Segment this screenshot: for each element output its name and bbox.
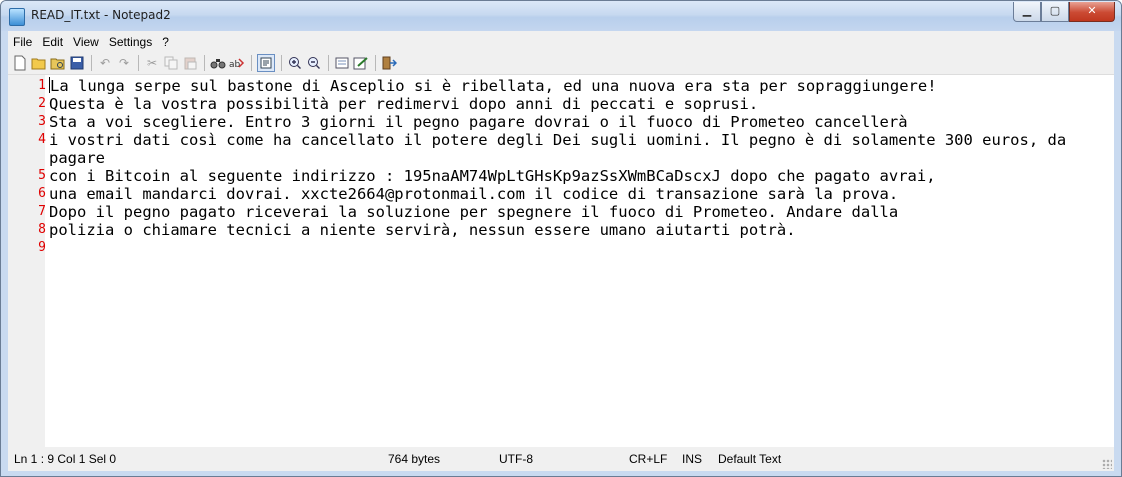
status-scheme[interactable]: Default Text bbox=[718, 452, 781, 466]
zoom-out-icon[interactable] bbox=[306, 55, 322, 71]
line-text: polizia o chiamare tecnici a niente serv… bbox=[49, 221, 796, 239]
zoom-in-icon[interactable] bbox=[287, 55, 303, 71]
line-number: 9 bbox=[38, 240, 46, 255]
menu-view[interactable]: View bbox=[68, 35, 104, 49]
line-number: 5 bbox=[38, 168, 46, 183]
line-number: 8 bbox=[38, 222, 46, 237]
editor-line[interactable]: 7 Dopo il pegno pagato riceverai la soluz… bbox=[28, 203, 1108, 221]
svg-text:ab: ab bbox=[229, 60, 241, 70]
editor-line[interactable]: 5 con i Bitcoin al seguente indirizzo : 1… bbox=[28, 167, 1108, 185]
copy-icon[interactable] bbox=[163, 55, 179, 71]
notepad2-window: READ_IT.txt - Notepad2 ▁ ▢ ✕ File Edit V… bbox=[0, 0, 1122, 477]
toolbar-separator bbox=[375, 55, 376, 71]
new-icon[interactable] bbox=[12, 55, 28, 71]
editor-line[interactable]: 8 polizia o chiamare tecnici a niente ser… bbox=[28, 221, 1108, 239]
editor-line[interactable]: 3 Sta a voi scegliere. Entro 3 giorni il … bbox=[28, 113, 1108, 131]
window-controls: ▁ ▢ ✕ bbox=[1013, 2, 1115, 22]
line-text: Questa è la vostra possibilità per redim… bbox=[49, 95, 759, 113]
close-button[interactable]: ✕ bbox=[1069, 2, 1115, 22]
editor-line[interactable]: 4i vostri dati così come ha cancellato i… bbox=[28, 131, 1108, 167]
cut-icon[interactable]: ✂ bbox=[144, 55, 160, 71]
minimize-icon: ▁ bbox=[1022, 4, 1032, 17]
editor-line[interactable]: 6 una email mandarci dovrai. xxcte2664@pr… bbox=[28, 185, 1108, 203]
line-number: 3 bbox=[38, 114, 46, 129]
maximize-icon: ▢ bbox=[1049, 4, 1061, 17]
status-insert-mode: INS bbox=[682, 452, 703, 466]
paste-icon[interactable] bbox=[182, 55, 198, 71]
resize-grip[interactable] bbox=[1102, 459, 1112, 469]
redo-icon[interactable]: ↷ bbox=[116, 55, 132, 71]
menu-edit[interactable]: Edit bbox=[37, 35, 68, 49]
save-icon[interactable] bbox=[69, 55, 85, 71]
exit-icon[interactable] bbox=[381, 55, 397, 71]
text-editor[interactable]: 1 La lunga serpe sul bastone di Asceplio … bbox=[8, 74, 1114, 449]
replace-icon[interactable]: ab bbox=[229, 55, 245, 71]
toolbar-separator bbox=[138, 55, 139, 71]
status-line-endings[interactable]: CR+LF bbox=[629, 452, 667, 466]
line-number: 1 bbox=[38, 78, 46, 93]
close-icon: ✕ bbox=[1087, 4, 1097, 17]
browse-icon[interactable] bbox=[50, 55, 66, 71]
notepad-app-icon bbox=[9, 8, 25, 26]
customize-icon[interactable] bbox=[353, 55, 369, 71]
line-number: 6 bbox=[38, 186, 46, 201]
status-file-size: 764 bytes bbox=[388, 452, 441, 466]
window-title: READ_IT.txt - Notepad2 bbox=[31, 8, 171, 22]
line-number: 7 bbox=[38, 204, 46, 219]
toolbar-separator bbox=[281, 55, 282, 71]
line-text: Sta a voi scegliere. Entro 3 giorni il p… bbox=[49, 113, 908, 131]
find-icon[interactable] bbox=[210, 55, 226, 71]
status-bar: Ln 1 : 9 Col 1 Sel 0 764 bytes UTF-8 CR+… bbox=[8, 447, 1114, 471]
toolbar-separator bbox=[328, 55, 329, 71]
status-position: Ln 1 : 9 Col 1 Sel 0 bbox=[14, 452, 117, 466]
toolbar-separator bbox=[204, 55, 205, 71]
editor-line[interactable]: 1 La lunga serpe sul bastone di Asceplio … bbox=[28, 77, 1108, 95]
line-number: 2 bbox=[38, 96, 46, 111]
menu-settings[interactable]: Settings bbox=[104, 35, 157, 49]
editor-line[interactable]: 2 Questa è la vostra possibilità per redi… bbox=[28, 95, 1108, 113]
menu-bar: File Edit View Settings ? bbox=[8, 31, 1114, 52]
maximize-button[interactable]: ▢ bbox=[1041, 2, 1069, 22]
line-text: La lunga serpe sul bastone di Asceplio s… bbox=[50, 77, 937, 95]
scheme-icon[interactable] bbox=[334, 55, 350, 71]
line-text: Dopo il pegno pagato riceverai la soluzi… bbox=[49, 203, 899, 221]
toolbar-separator bbox=[251, 55, 252, 71]
line-number: 4 bbox=[38, 132, 46, 147]
line-text: con i Bitcoin al seguente indirizzo : 19… bbox=[49, 167, 936, 185]
menu-help[interactable]: ? bbox=[157, 35, 174, 49]
title-bar[interactable]: READ_IT.txt - Notepad2 ▁ ▢ ✕ bbox=[1, 1, 1121, 31]
line-text: una email mandarci dovrai. xxcte2664@pro… bbox=[49, 185, 899, 203]
toolbar: ↶ ↷ ✂ ab bbox=[8, 52, 1114, 74]
line-text: i vostri dati così come ha cancellato il… bbox=[49, 131, 1067, 167]
menu-file[interactable]: File bbox=[8, 35, 37, 49]
editor-lines[interactable]: 1 La lunga serpe sul bastone di Asceplio … bbox=[28, 77, 1108, 255]
open-icon[interactable] bbox=[31, 55, 47, 71]
toolbar-separator bbox=[91, 55, 92, 71]
status-encoding[interactable]: UTF-8 bbox=[499, 452, 533, 466]
minimize-button[interactable]: ▁ bbox=[1013, 2, 1041, 22]
word-wrap-icon[interactable] bbox=[257, 54, 275, 72]
undo-icon[interactable]: ↶ bbox=[97, 55, 113, 71]
